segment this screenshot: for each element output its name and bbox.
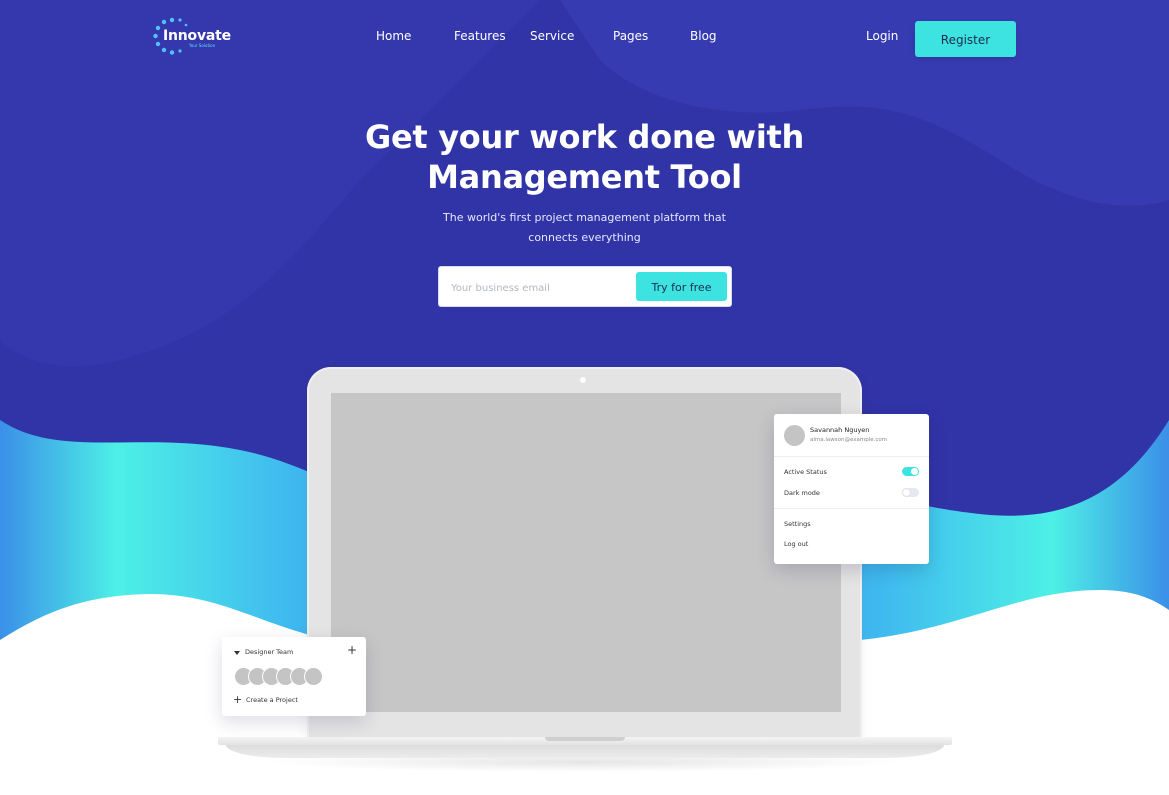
plus-icon: + bbox=[233, 693, 243, 706]
caret-down-icon[interactable] bbox=[234, 651, 240, 655]
logout-menu-item[interactable]: Log out bbox=[784, 540, 808, 548]
business-email-input[interactable] bbox=[449, 277, 633, 299]
divider bbox=[774, 456, 929, 457]
nav-link-home[interactable]: Home bbox=[376, 29, 411, 43]
add-member-plus-icon[interactable]: + bbox=[347, 644, 357, 656]
hero-subtitle: The world's first project management pla… bbox=[400, 208, 769, 248]
active-status-toggle[interactable] bbox=[902, 467, 919, 476]
brand-name: Innovate bbox=[163, 28, 231, 44]
laptop-notch bbox=[545, 737, 625, 741]
avatar bbox=[784, 425, 805, 446]
active-status-label: Active Status bbox=[784, 468, 827, 476]
nav-link-pages[interactable]: Pages bbox=[613, 29, 648, 43]
brand-tagline: Your Solution bbox=[189, 43, 216, 48]
divider bbox=[774, 508, 929, 509]
register-button[interactable]: Register bbox=[915, 21, 1016, 57]
settings-menu-item[interactable]: Settings bbox=[784, 520, 811, 528]
laptop-screen bbox=[331, 393, 841, 712]
nav-link-features[interactable]: Features bbox=[454, 29, 506, 43]
toggle-knob bbox=[903, 489, 910, 496]
nav-link-service[interactable]: Service bbox=[530, 29, 574, 43]
team-name: Designer Team bbox=[245, 648, 294, 656]
designer-team-card: Designer Team + + Create a Project bbox=[222, 637, 366, 716]
nav-link-blog[interactable]: Blog bbox=[690, 29, 717, 43]
profile-menu-card: Savannah Nguyen alma.lawson@example.com … bbox=[774, 414, 929, 564]
hero-title-line-1: Get your work done with bbox=[365, 118, 804, 156]
profile-user-email: alma.lawson@example.com bbox=[810, 437, 888, 443]
hero-title: Get your work done with Management Tool bbox=[300, 117, 869, 197]
dark-mode-label: Dark mode bbox=[784, 489, 820, 497]
dark-mode-toggle[interactable] bbox=[902, 488, 919, 497]
laptop-bottom bbox=[226, 745, 944, 758]
brand-logo[interactable]: Innovate Your Solution bbox=[152, 16, 232, 56]
toggle-knob bbox=[911, 468, 918, 475]
try-for-free-button[interactable]: Try for free bbox=[636, 272, 727, 301]
login-link[interactable]: Login bbox=[866, 29, 898, 43]
top-navbar: Innovate Your Solution Home Features Ser… bbox=[0, 0, 1169, 80]
profile-user-name: Savannah Nguyen bbox=[810, 426, 870, 434]
signup-form: Try for free bbox=[438, 266, 732, 307]
hero-subtitle-line-1: The world's first project management pla… bbox=[443, 211, 726, 224]
team-member-avatar[interactable] bbox=[304, 667, 323, 686]
create-project-link[interactable]: Create a Project bbox=[246, 696, 298, 704]
laptop-camera bbox=[580, 377, 586, 383]
hero-subtitle-line-2: connects everything bbox=[528, 231, 641, 244]
hero-title-line-2: Management Tool bbox=[427, 158, 742, 196]
